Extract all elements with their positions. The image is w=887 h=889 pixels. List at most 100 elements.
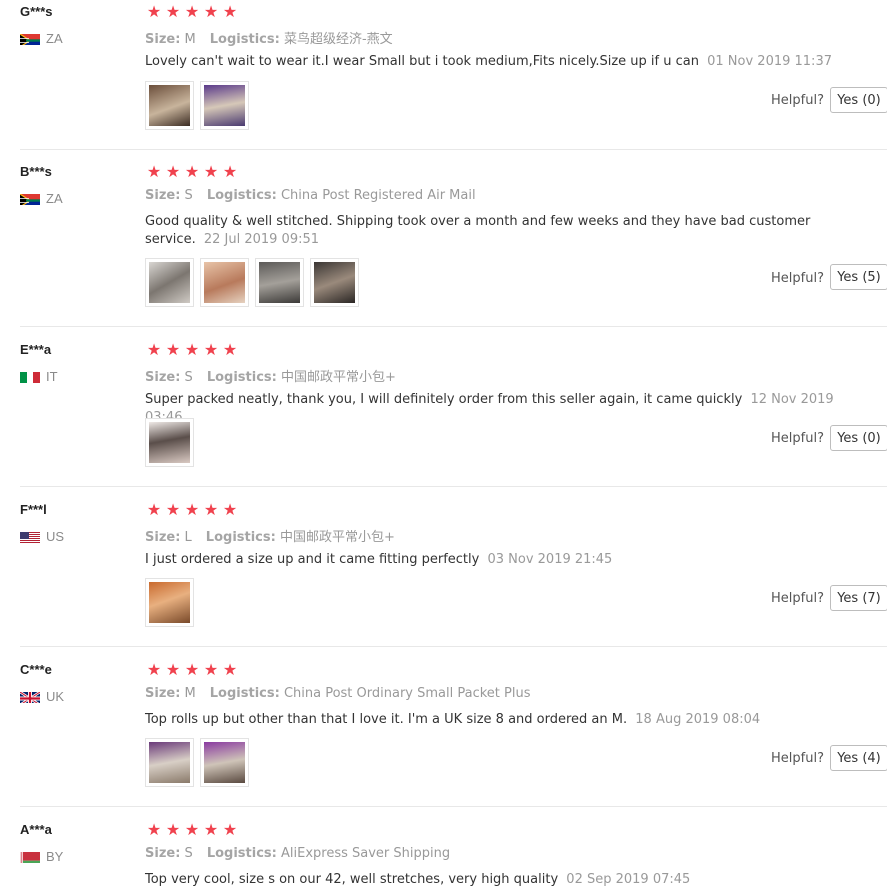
review-item: F***l US ★ ★ ★ ★ ★ Size: L Logistics: 中国邮政平常小…: [0, 498, 887, 647]
size-value: M: [184, 686, 196, 701]
star-icon: ★: [222, 500, 238, 519]
star-icon: ★: [222, 820, 238, 839]
review-meta: Size: S Logistics: China Post Registered …: [145, 188, 476, 203]
review-comment: Top very cool, size s on our 42, well st…: [145, 871, 865, 889]
star-icon: ★: [184, 820, 200, 839]
flag-za-icon: [20, 32, 40, 45]
size-label: Size:: [145, 32, 181, 47]
star-icon: ★: [146, 820, 162, 839]
flag-uk-icon: [20, 690, 40, 703]
logistics-label: Logistics:: [206, 188, 277, 203]
reviewer-name: C***e: [20, 662, 52, 677]
comment-text: Top very cool, size s on our 42, well st…: [145, 872, 559, 887]
star-icon: ★: [184, 500, 200, 519]
logistics-label: Logistics:: [205, 530, 276, 545]
helpful-label: Helpful?: [771, 751, 824, 766]
helpful-yes-button[interactable]: Yes (7): [830, 585, 887, 611]
helpful-label: Helpful?: [771, 93, 824, 108]
logistics-value: 中国邮政平常小包+: [280, 370, 396, 385]
review-photo[interactable]: [145, 418, 194, 467]
divider: [20, 646, 887, 647]
reviewer-name: E***a: [20, 342, 52, 357]
country-code: BY: [46, 849, 64, 864]
review-comment: Top rolls up but other than that I love …: [145, 711, 865, 729]
review-photo[interactable]: [200, 81, 249, 130]
review-date: 01 Nov 2019 11:37: [707, 54, 832, 69]
reviewer-name: G***s: [20, 4, 53, 19]
divider: [20, 326, 887, 327]
review-photo[interactable]: [145, 578, 194, 627]
review-item: E***a IT ★ ★ ★ ★ ★ Size: S Logistics: 中国邮政平常小…: [0, 338, 887, 487]
star-icon: ★: [203, 162, 219, 181]
reviewer-name: A***a: [20, 822, 52, 837]
review-photo[interactable]: [145, 81, 194, 130]
review-meta: Size: L Logistics: 中国邮政平常小包+: [145, 526, 395, 545]
review-item: A***a BY ★ ★ ★ ★ ★ Size: S Logistics: AliExpr…: [0, 818, 887, 887]
helpful-label: Helpful?: [771, 431, 824, 446]
reviewer-country: UK: [20, 689, 64, 704]
size-label: Size:: [145, 530, 181, 545]
photo-list: [145, 738, 249, 787]
review-date: 22 Jul 2019 09:51: [203, 232, 320, 247]
review-photo[interactable]: [145, 258, 194, 307]
size-label: Size:: [145, 846, 181, 861]
country-code: ZA: [46, 191, 63, 206]
star-icon: ★: [165, 162, 181, 181]
size-label: Size:: [145, 370, 181, 385]
star-icon: ★: [146, 660, 162, 679]
photo-list: [145, 578, 194, 627]
divider: [20, 149, 887, 150]
size-value: M: [184, 32, 196, 47]
star-icon: ★: [222, 340, 238, 359]
logistics-label: Logistics:: [209, 686, 280, 701]
review-item: G***s ZA ★ ★ ★ ★ ★ Size: M Logistics: 菜鸟超级经济-…: [0, 0, 887, 150]
photo-list: [145, 81, 249, 130]
review-photo[interactable]: [255, 258, 304, 307]
helpful-label: Helpful?: [771, 271, 824, 286]
helpful-yes-button[interactable]: Yes (0): [830, 87, 887, 113]
review-photo[interactable]: [200, 258, 249, 307]
flag-by-icon: [20, 850, 40, 863]
helpful-label: Helpful?: [771, 591, 824, 606]
rating-stars: ★ ★ ★ ★ ★: [145, 3, 239, 21]
review-date: 18 Aug 2019 08:04: [635, 712, 761, 727]
rating-stars: ★ ★ ★ ★ ★: [145, 501, 239, 519]
size-value: S: [184, 846, 193, 861]
star-icon: ★: [146, 2, 162, 21]
reviewer-country: IT: [20, 369, 58, 384]
star-icon: ★: [203, 340, 219, 359]
reviewer-country: US: [20, 529, 64, 544]
star-icon: ★: [165, 500, 181, 519]
logistics-value: China Post Ordinary Small Packet Plus: [283, 686, 531, 701]
logistics-value: 菜鸟超级经济-燕文: [283, 32, 393, 47]
review-photo[interactable]: [145, 738, 194, 787]
star-icon: ★: [165, 820, 181, 839]
star-icon: ★: [203, 500, 219, 519]
review-photo[interactable]: [310, 258, 359, 307]
star-icon: ★: [222, 660, 238, 679]
logistics-value: China Post Registered Air Mail: [280, 188, 476, 203]
helpful-yes-button[interactable]: Yes (4): [830, 745, 887, 771]
flag-za-icon: [20, 192, 40, 205]
review-comment: I just ordered a size up and it came fit…: [145, 551, 865, 569]
size-label: Size:: [145, 686, 181, 701]
rating-stars: ★ ★ ★ ★ ★: [145, 341, 239, 359]
star-icon: ★: [165, 660, 181, 679]
size-value: L: [184, 530, 192, 545]
reviewer-name: F***l: [20, 502, 47, 517]
logistics-label: Logistics:: [206, 370, 277, 385]
star-icon: ★: [222, 2, 238, 21]
rating-stars: ★ ★ ★ ★ ★: [145, 821, 239, 839]
size-value: S: [184, 188, 193, 203]
logistics-value: AliExpress Saver Shipping: [280, 846, 451, 861]
review-photo[interactable]: [200, 738, 249, 787]
star-icon: ★: [165, 2, 181, 21]
helpful-yes-button[interactable]: Yes (5): [830, 264, 887, 290]
divider: [20, 486, 887, 487]
review-date: 02 Sep 2019 07:45: [566, 872, 691, 887]
star-icon: ★: [184, 660, 200, 679]
review-comment: Lovely can't wait to wear it.I wear Smal…: [145, 53, 865, 71]
reviewer-country: ZA: [20, 191, 63, 206]
star-icon: ★: [203, 820, 219, 839]
helpful-yes-button[interactable]: Yes (0): [830, 425, 887, 451]
